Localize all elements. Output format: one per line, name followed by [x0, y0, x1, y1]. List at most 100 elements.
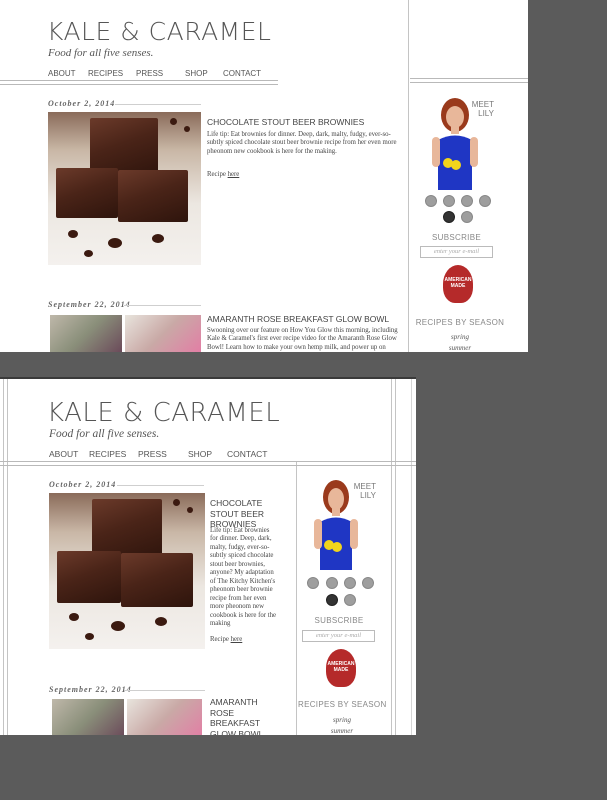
- post-image-bowl[interactable]: [50, 315, 122, 352]
- recipe-link[interactable]: here: [231, 636, 243, 643]
- crumb: [173, 499, 180, 506]
- twitter-icon[interactable]: [443, 211, 455, 223]
- nav-shop[interactable]: SHOP: [188, 449, 227, 459]
- recipe-line: Recipe here: [210, 636, 242, 644]
- date-rule: [117, 485, 204, 486]
- header-rule: [0, 461, 416, 462]
- frame-rule: [391, 379, 392, 735]
- subscribe-title: SUBSCRIBE: [314, 616, 364, 625]
- frame-rule: [411, 379, 412, 735]
- facebook-icon[interactable]: [443, 195, 455, 207]
- header-rule: [0, 465, 416, 466]
- crumb: [187, 507, 193, 513]
- subscribe-title: SUBSCRIBE: [432, 233, 481, 242]
- recipe-prefix: Recipe: [210, 636, 229, 643]
- post-image-bowl[interactable]: [125, 315, 201, 352]
- screenshot-narrow: KALE & CARAMEL Food for all five senses.…: [0, 377, 416, 735]
- post-image-bowl[interactable]: [52, 699, 124, 735]
- recipe-prefix: Recipe: [207, 171, 226, 178]
- instagram-icon[interactable]: [362, 577, 374, 589]
- divider: [408, 0, 409, 352]
- crumb: [184, 126, 190, 132]
- post-title[interactable]: CHOCOLATE STOUT BEER BROWNIES: [210, 498, 278, 530]
- screenshot-wide: KALE & CARAMEL Food for all five senses.…: [0, 0, 528, 352]
- meet-label[interactable]: MEET LILY: [470, 100, 494, 119]
- pinterest-icon[interactable]: [461, 195, 473, 207]
- nav-shop[interactable]: SHOP: [185, 69, 223, 78]
- mail-icon[interactable]: [344, 594, 356, 606]
- crumb: [152, 234, 164, 243]
- frame-rule: [3, 379, 4, 735]
- meet-label[interactable]: MEET LILY: [352, 482, 376, 501]
- site-tagline: Food for all five senses.: [48, 47, 154, 59]
- nav-about[interactable]: ABOUT: [48, 69, 88, 78]
- pinterest-icon[interactable]: [344, 577, 356, 589]
- site-tagline: Food for all five senses.: [49, 428, 160, 440]
- meet-line: LILY: [360, 490, 376, 500]
- date-rule: [124, 690, 205, 691]
- crumb: [68, 230, 78, 238]
- post-date: September 22, 2014: [49, 685, 132, 694]
- site-logo[interactable]: KALE & CARAMEL: [47, 17, 271, 46]
- email-icon[interactable]: [307, 577, 319, 589]
- date-rule: [124, 305, 201, 306]
- twitter-icon[interactable]: [326, 594, 338, 606]
- season-spring[interactable]: spring: [415, 333, 505, 341]
- brownie-piece: [118, 170, 188, 222]
- crumb: [85, 633, 94, 640]
- post-title[interactable]: AMARANTH ROSE BREAKFAST GLOW BOWL: [207, 314, 407, 325]
- header-rule: [410, 82, 528, 83]
- frame-rule: [395, 379, 396, 735]
- meet-line: LILY: [478, 108, 494, 118]
- header-rule: [410, 78, 528, 79]
- post-image-bowl[interactable]: [127, 699, 202, 735]
- crumb: [69, 613, 79, 621]
- recipes-by-season-title: RECIPES BY SEASON: [415, 318, 505, 327]
- crumb: [84, 250, 93, 257]
- post-image-brownies[interactable]: [49, 493, 205, 649]
- facebook-icon[interactable]: [326, 577, 338, 589]
- crumb: [111, 621, 125, 631]
- post-title[interactable]: CHOCOLATE STOUT BEER BROWNIES: [207, 117, 407, 128]
- nav-about[interactable]: ABOUT: [49, 449, 89, 459]
- nav-recipes[interactable]: RECIPES: [89, 449, 138, 459]
- season-spring[interactable]: spring: [298, 716, 386, 724]
- crumb: [155, 617, 167, 626]
- post-date: October 2, 2014: [48, 99, 116, 108]
- email-field[interactable]: enter your e-mail: [302, 630, 375, 642]
- header-rule: [0, 84, 278, 85]
- email-icon[interactable]: [425, 195, 437, 207]
- instagram-icon[interactable]: [479, 195, 491, 207]
- main-nav: ABOUT RECIPES PRESS SHOP CONTACT: [48, 69, 261, 78]
- recipe-link[interactable]: here: [228, 171, 240, 178]
- brownie-piece: [121, 553, 193, 607]
- american-made-badge[interactable]: AMERICAN MADE: [443, 265, 473, 303]
- divider: [296, 462, 297, 735]
- post-excerpt: Life tip: Eat brownies for dinner. Deep,…: [210, 527, 277, 628]
- crumb: [170, 118, 177, 125]
- header-rule: [0, 80, 278, 81]
- main-nav: ABOUT RECIPES PRESS SHOP CONTACT: [49, 449, 267, 459]
- recipes-by-season-title: RECIPES BY SEASON: [298, 700, 387, 709]
- nav-contact[interactable]: CONTACT: [223, 69, 261, 78]
- recipe-line: Recipe here: [207, 171, 239, 179]
- post-title[interactable]: AMARANTH ROSE BREAKFAST GLOW BOWL: [210, 697, 280, 735]
- post-excerpt: Swooning over our feature on How You Glo…: [207, 327, 398, 351]
- site-logo[interactable]: KALE & CARAMEL: [47, 398, 280, 428]
- frame-rule: [7, 379, 8, 735]
- post-date: September 22, 2014: [48, 300, 131, 309]
- brownie-piece: [56, 168, 118, 218]
- nav-contact[interactable]: CONTACT: [227, 449, 267, 459]
- nav-press[interactable]: PRESS: [138, 449, 188, 459]
- brownie-piece: [92, 499, 162, 559]
- nav-recipes[interactable]: RECIPES: [88, 69, 136, 78]
- post-image-brownies[interactable]: [48, 112, 201, 265]
- american-made-badge[interactable]: AMERICAN MADE: [326, 649, 356, 687]
- mail-icon[interactable]: [461, 211, 473, 223]
- date-rule: [115, 104, 201, 105]
- email-field[interactable]: enter your e-mail: [420, 246, 493, 258]
- nav-press[interactable]: PRESS: [136, 69, 185, 78]
- season-summer[interactable]: summer: [298, 727, 386, 735]
- brownie-piece: [57, 551, 121, 603]
- season-summer[interactable]: summer: [415, 344, 505, 352]
